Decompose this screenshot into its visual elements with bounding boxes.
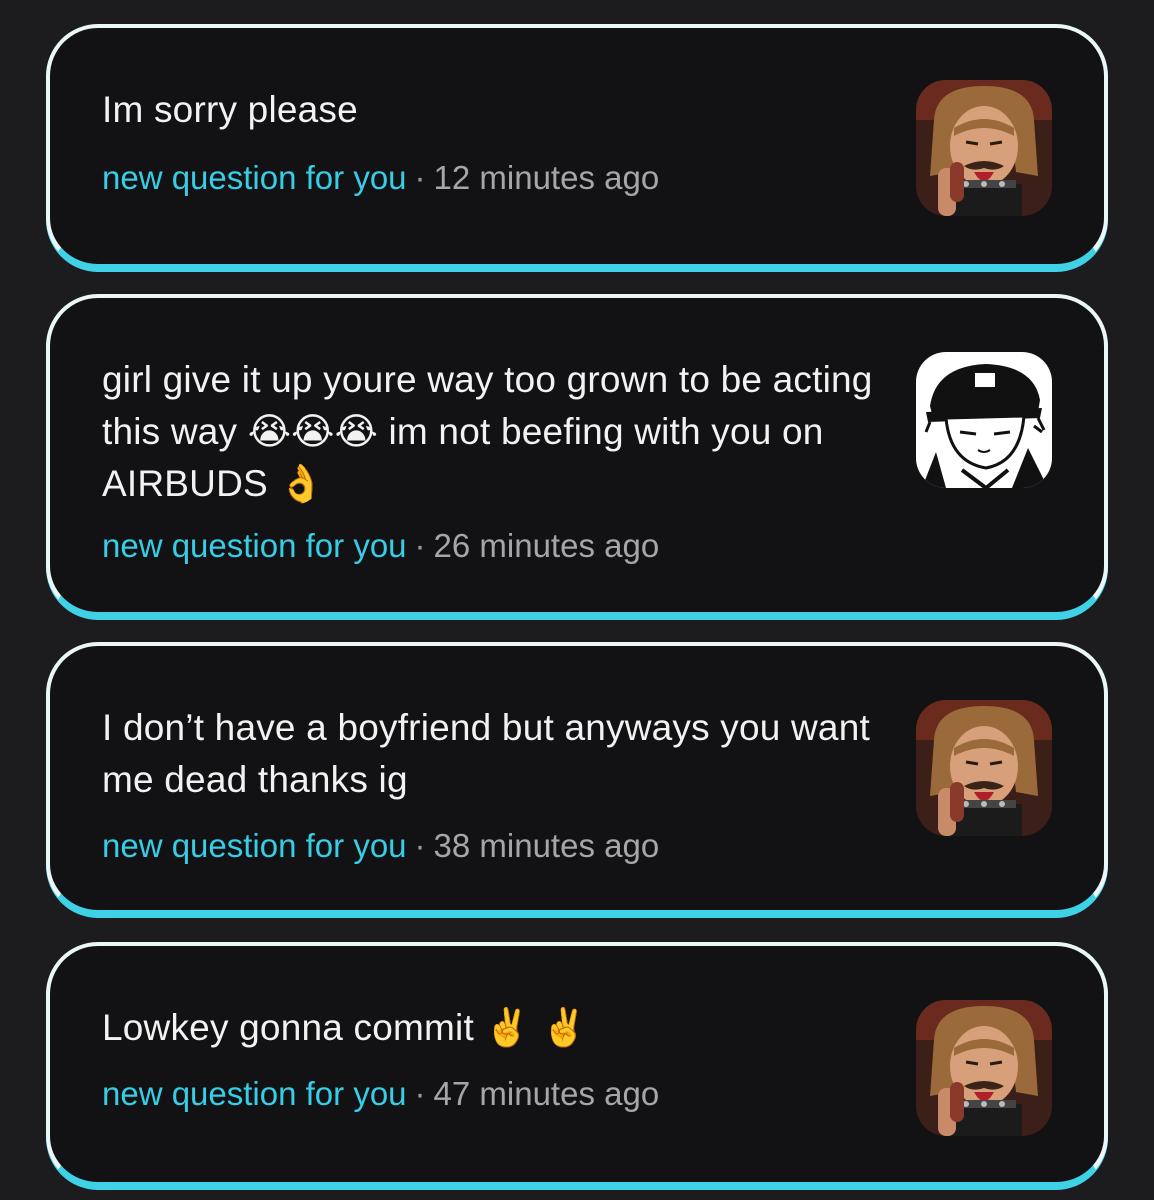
notification-tag[interactable]: new question for you	[102, 1075, 407, 1112]
notification-time: 38 minutes ago	[433, 827, 660, 864]
notification-time: 12 minutes ago	[433, 159, 660, 196]
meta-separator: ·	[414, 527, 426, 564]
notification-message: Lowkey gonna commit ✌️ ✌️	[102, 1007, 588, 1048]
notification-tag[interactable]: new question for you	[102, 827, 407, 864]
manga-character-avatar-icon[interactable]	[916, 352, 1052, 488]
notification-message: girl give it up youre way too grown to b…	[102, 359, 873, 504]
notification-card[interactable]: I don’t have a boyfriend but anyways you…	[46, 642, 1108, 916]
notification-tag[interactable]: new question for you	[102, 159, 407, 196]
notification-feed: Im sorry please new question for you · 12 …	[0, 0, 1154, 1200]
meta-separator: ·	[414, 827, 426, 864]
notification-time: 47 minutes ago	[433, 1075, 660, 1112]
cartoon-man-avatar-icon[interactable]	[916, 80, 1052, 216]
notification-meta: new question for you · 26 minutes ago	[102, 526, 659, 566]
notification-tag[interactable]: new question for you	[102, 527, 407, 564]
cartoon-man-avatar-icon[interactable]	[916, 700, 1052, 836]
notification-card[interactable]: Im sorry please new question for you · 12 …	[46, 24, 1108, 270]
notification-meta: new question for you · 47 minutes ago	[102, 1074, 659, 1114]
notification-time: 26 minutes ago	[433, 527, 660, 564]
notification-message: Im sorry please	[102, 89, 358, 130]
notification-message: I don’t have a boyfriend but anyways you…	[102, 707, 870, 800]
notification-card[interactable]: Lowkey gonna commit ✌️ ✌️ new question f…	[46, 942, 1108, 1188]
notification-meta: new question for you · 38 minutes ago	[102, 826, 659, 866]
cartoon-man-avatar-icon[interactable]	[916, 1000, 1052, 1136]
notification-card[interactable]: girl give it up youre way too grown to b…	[46, 294, 1108, 618]
meta-separator: ·	[414, 159, 426, 196]
meta-separator: ·	[414, 1075, 426, 1112]
notification-meta: new question for you · 12 minutes ago	[102, 158, 659, 198]
